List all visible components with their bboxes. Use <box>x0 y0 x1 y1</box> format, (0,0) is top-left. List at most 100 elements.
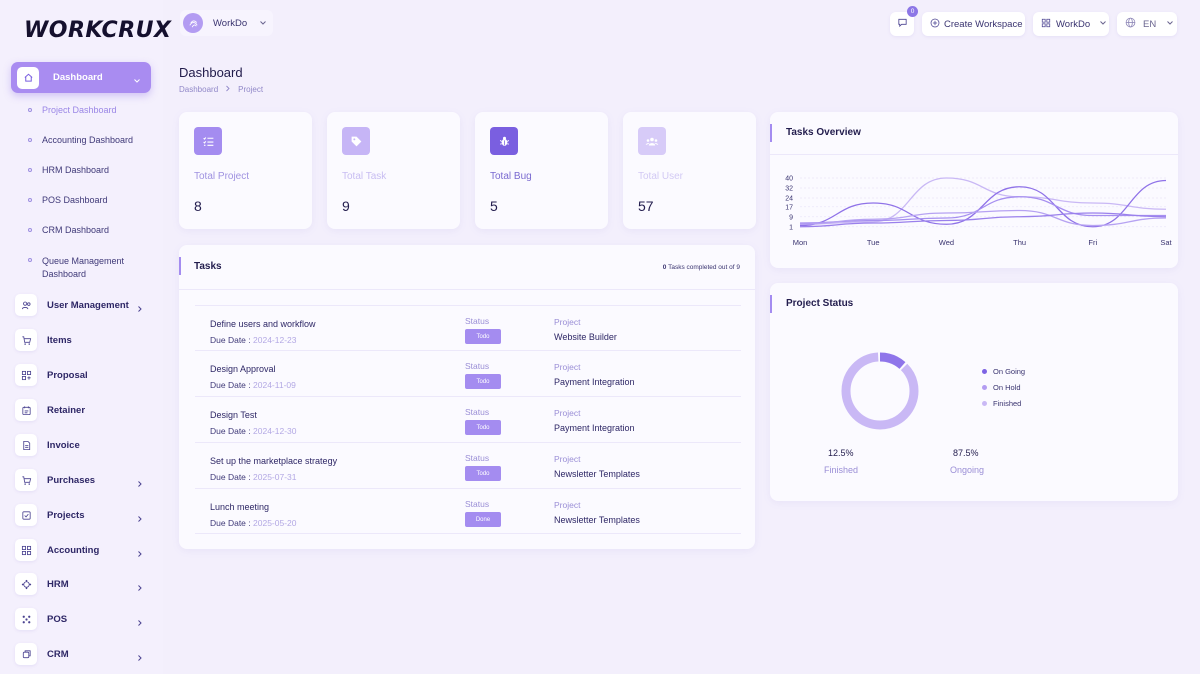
sidebar-item-dashboard[interactable]: Dashboard <box>11 62 151 93</box>
y-tick-label: 1 <box>789 224 793 231</box>
stat-card-total-user: Total User 57 <box>623 112 756 229</box>
status-badge: Todo <box>465 329 501 344</box>
project-name: Payment Integration <box>554 377 635 387</box>
language-select[interactable]: EN <box>1117 12 1177 36</box>
globe-icon <box>1125 17 1136 31</box>
list-check-icon <box>194 127 222 155</box>
sidebar-item-purchases[interactable]: Purchases <box>15 468 150 492</box>
sidebar-item-pos[interactable]: POS <box>15 607 150 631</box>
legend-item-finished[interactable]: Finished <box>982 395 1025 411</box>
sidebar-item-retainer[interactable]: Retainer <box>15 398 150 422</box>
project-label: Project <box>554 317 581 327</box>
sidebar-subitem-project-dashboard[interactable]: Project Dashboard <box>28 105 117 115</box>
status-label: Status <box>465 361 490 371</box>
task-row[interactable]: Set up the marketplace strategy Due Date… <box>195 442 741 488</box>
project-name: Newsletter Templates <box>554 469 640 479</box>
x-tick-label: Sat <box>1160 238 1172 247</box>
chevron-right-icon <box>136 510 144 528</box>
project-name: Newsletter Templates <box>554 515 640 525</box>
task-row[interactable]: Lunch meeting Due Date : 2025-05-20 Stat… <box>195 488 741 534</box>
y-tick-label: 32 <box>785 186 793 193</box>
stat-value: 57 <box>638 198 654 214</box>
task-name[interactable]: Set up the marketplace strategy <box>210 456 337 466</box>
users-icon <box>638 127 666 155</box>
bug-icon <box>490 127 518 155</box>
status-badge: Todo <box>465 466 501 481</box>
proposal-icon <box>15 364 37 386</box>
retainer-icon <box>15 399 37 421</box>
task-name[interactable]: Design Approval <box>210 364 276 374</box>
users-icon <box>15 294 37 316</box>
tasks-overview-card: Tasks Overview 1 9 17 24 32 40 Mon Tue Wed Thu Fri… <box>770 112 1178 268</box>
x-tick-label: Thu <box>1013 238 1026 247</box>
breadcrumb-current: Project <box>238 85 264 94</box>
stat-card-total-project: Total Project 8 <box>179 112 312 229</box>
legend-item-on-hold[interactable]: On Hold <box>982 379 1025 395</box>
sidebar-item-proposal[interactable]: Proposal <box>15 363 150 387</box>
y-tick-label: 24 <box>785 196 793 203</box>
legend-item-on-going[interactable]: On Going <box>982 363 1025 379</box>
x-tick-label: Fri <box>1088 238 1097 247</box>
stat-value: 9 <box>342 198 350 214</box>
workspace-select[interactable]: WorkDo <box>180 10 274 36</box>
project-status-donut <box>841 352 919 430</box>
task-name[interactable]: Design Test <box>210 410 257 420</box>
sidebar: WORKCRUX Dashboard Project Dashboard Acc… <box>0 0 171 674</box>
task-due-date: Due Date : 2024-12-30 <box>210 426 297 436</box>
sidebar-subitem-pos-dashboard[interactable]: POS Dashboard <box>28 195 108 205</box>
sidebar-subitem-queue-dashboard[interactable]: Queue Management Dashboard <box>28 255 138 281</box>
page-title: Dashboard <box>179 65 243 80</box>
grid-icon <box>1041 18 1051 31</box>
sidebar-item-hrm[interactable]: HRM <box>15 572 150 596</box>
task-due-date: Due Date : 2025-07-31 <box>210 472 297 482</box>
sidebar-item-user-management[interactable]: User Management <box>15 293 150 317</box>
project-label: Project <box>554 500 581 510</box>
chevron-right-icon <box>136 475 144 493</box>
tag-icon <box>342 127 370 155</box>
stat-label: Total User <box>638 171 684 182</box>
task-row[interactable]: Define users and workflow Due Date : 202… <box>195 305 741 351</box>
series-line-1 <box>799 177 1167 225</box>
sidebar-subitem-crm-dashboard[interactable]: CRM Dashboard <box>28 225 109 235</box>
x-tick-label: Wed <box>939 238 954 247</box>
task-row[interactable]: Design Test Due Date : 2024-12-30 Status… <box>195 396 741 442</box>
sidebar-subitem-hrm-dashboard[interactable]: HRM Dashboard <box>28 165 109 175</box>
chat-button[interactable]: 0 <box>890 6 918 36</box>
stat-label: Total Project <box>194 171 250 182</box>
task-name[interactable]: Lunch meeting <box>210 502 269 512</box>
workspace-name: WorkDo <box>213 17 248 29</box>
sidebar-item-invoice[interactable]: Invoice <box>15 433 150 457</box>
crm-icon <box>15 643 37 665</box>
stat-label: Total Task <box>342 171 387 182</box>
stat-label: Total Bug <box>490 171 532 182</box>
tasks-summary: 0 Tasks completed out of 9 <box>662 264 740 271</box>
pos-icon <box>15 608 37 630</box>
task-row[interactable]: Design Approval Due Date : 2024-11-09 St… <box>195 350 741 396</box>
chevron-right-icon <box>225 85 231 94</box>
status-label: Status <box>465 316 490 326</box>
stat-value: 5 <box>490 198 498 214</box>
sidebar-subitem-accounting-dashboard[interactable]: Accounting Dashboard <box>28 135 133 145</box>
workdo-menu-button[interactable]: WorkDo <box>1033 12 1109 36</box>
cart-icon <box>15 469 37 491</box>
invoice-icon <box>15 434 37 456</box>
app-logo[interactable]: WORKCRUX <box>24 16 171 44</box>
chevron-down-icon <box>1166 19 1174 30</box>
sidebar-item-items[interactable]: Items <box>15 328 150 352</box>
sidebar-item-crm[interactable]: CRM <box>15 642 150 666</box>
sidebar-item-projects[interactable]: Projects <box>15 503 150 527</box>
chevron-down-icon <box>1099 19 1107 30</box>
stat-value: 8 <box>194 198 202 214</box>
breadcrumb: Dashboard Project <box>179 85 263 94</box>
create-workspace-button[interactable]: Create Workspace <box>922 12 1025 36</box>
project-status-card: Project Status On Going On Hold Finished… <box>770 283 1178 501</box>
chat-badge: 0 <box>907 6 918 17</box>
project-status-title: Project Status <box>786 298 854 309</box>
task-due-date: Due Date : 2025-05-20 <box>210 518 297 528</box>
sidebar-item-accounting[interactable]: Accounting <box>15 538 150 562</box>
task-name[interactable]: Define users and workflow <box>210 319 316 329</box>
y-tick-label: 9 <box>789 214 793 221</box>
x-tick-label: Mon <box>793 238 808 247</box>
home-icon <box>17 66 39 89</box>
breadcrumb-link-dashboard[interactable]: Dashboard <box>179 85 218 94</box>
